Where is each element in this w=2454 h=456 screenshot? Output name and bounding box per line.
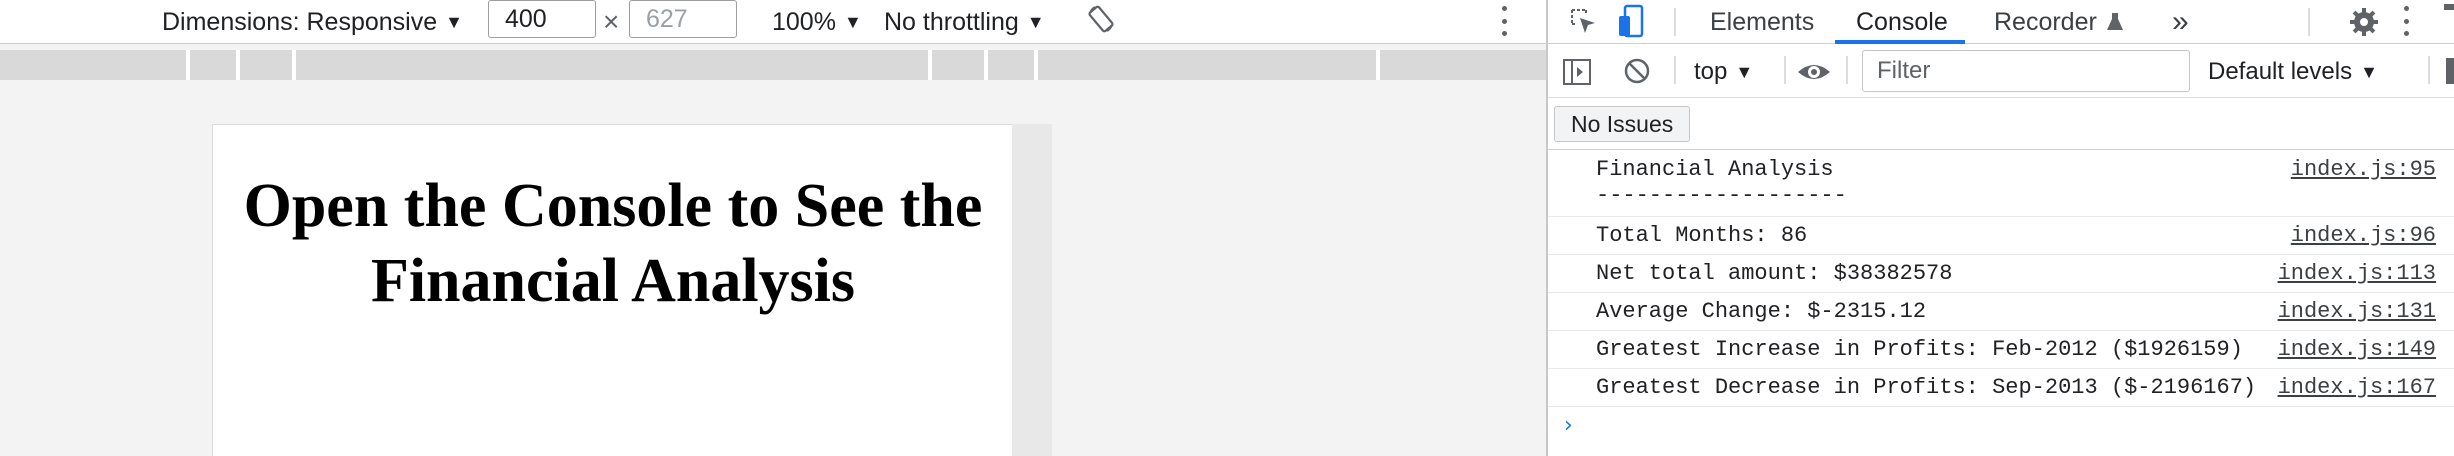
filter-input[interactable]: Filter <box>1862 50 2190 92</box>
console-message: Total Months: 86 index.js:96 <box>1548 217 2454 255</box>
close-icon[interactable] <box>2444 4 2454 10</box>
kebab-icon[interactable] <box>1498 6 1510 36</box>
tab-recorder-label: Recorder <box>1994 7 2097 36</box>
zoom-label: 100% <box>772 7 836 36</box>
log-levels-dropdown[interactable]: Default levels ▼ <box>2208 46 2378 98</box>
caret-down-icon: ▼ <box>1735 61 1754 82</box>
console-message: Financial Analysis ------------------- i… <box>1548 151 2454 217</box>
caret-down-icon: ▼ <box>1026 11 1045 32</box>
width-input[interactable]: 400 <box>488 0 596 38</box>
throttling-label: No throttling <box>884 7 1019 36</box>
dimensions-dropdown[interactable]: Dimensions: Responsive ▼ <box>162 0 463 44</box>
throttling-dropdown[interactable]: No throttling ▼ <box>884 0 1045 44</box>
active-tab-indicator <box>1835 40 1965 44</box>
inspect-element-icon[interactable] <box>1568 6 1600 38</box>
height-placeholder: 627 <box>646 4 688 33</box>
context-label: top <box>1694 58 1728 85</box>
media-query-bar[interactable] <box>0 50 1546 80</box>
caret-down-icon: ▼ <box>843 11 862 32</box>
tab-recorder[interactable]: Recorder <box>1994 0 2125 44</box>
times-symbol: × <box>603 6 620 37</box>
message-source-link[interactable]: index.js:167 <box>2278 375 2436 401</box>
message-text: Net total amount: $38382578 <box>1596 261 1953 286</box>
issues-bar: No Issues <box>1548 100 2454 150</box>
message-text: Average Change: $-2315.12 <box>1596 299 1927 324</box>
dimensions-label: Dimensions: Responsive <box>162 7 438 36</box>
context-selector[interactable]: top ▼ <box>1694 46 1753 98</box>
sidebar-toggle-icon[interactable] <box>1562 58 1592 86</box>
rotate-icon[interactable] <box>1086 4 1116 34</box>
console-toolbar: top ▼ Filter Default levels ▼ <box>1548 46 2454 98</box>
devtools-panel: Elements Console Recorder » top ▼ Filter… <box>1546 0 2454 456</box>
device-toggle-icon[interactable] <box>1616 4 1650 40</box>
height-input[interactable]: 627 <box>629 0 737 38</box>
clear-console-icon[interactable] <box>1622 56 1652 86</box>
zoom-dropdown[interactable]: 100% ▼ <box>772 0 862 44</box>
message-source-link[interactable]: index.js:149 <box>2278 337 2436 363</box>
gear-icon[interactable] <box>2348 6 2380 38</box>
log-levels-label: Default levels <box>2208 58 2353 85</box>
console-message: Average Change: $-2315.12 index.js:131 <box>1548 293 2454 331</box>
console-message: Greatest Decrease in Profits: Sep-2013 (… <box>1548 369 2454 407</box>
tab-elements[interactable]: Elements <box>1710 0 1814 44</box>
emulated-viewport: Open the Console to See the Financial An… <box>212 124 1012 456</box>
issues-button[interactable]: No Issues <box>1554 106 1691 142</box>
flask-icon <box>2106 13 2123 30</box>
console-settings-icon[interactable] <box>2446 58 2454 84</box>
message-text: Financial Analysis ------------------- <box>1596 157 1847 208</box>
message-source-link[interactable]: index.js:96 <box>2291 223 2436 249</box>
more-tabs-button[interactable]: » <box>2172 0 2189 44</box>
console-message: Greatest Increase in Profits: Feb-2012 (… <box>1548 331 2454 369</box>
eye-icon[interactable] <box>1796 58 1832 86</box>
message-source-link[interactable]: index.js:131 <box>2278 299 2436 325</box>
tab-console[interactable]: Console <box>1856 0 1948 44</box>
message-source-link[interactable]: index.js:95 <box>2291 157 2436 183</box>
caret-down-icon: ▼ <box>445 11 463 32</box>
more-tabs-icon: » <box>2172 5 2189 38</box>
page-title: Open the Console to See the Financial An… <box>243 172 983 315</box>
device-toolbar: Dimensions: Responsive ▼ 400 × 627 100% … <box>0 0 1546 44</box>
width-value: 400 <box>505 4 547 33</box>
issues-label: No Issues <box>1571 110 1674 137</box>
message-source-link[interactable]: index.js:113 <box>2278 261 2436 287</box>
device-emulation-pane: Dimensions: Responsive ▼ 400 × 627 100% … <box>0 0 1546 456</box>
tab-elements-label: Elements <box>1710 7 1815 36</box>
message-text: Greatest Decrease in Profits: Sep-2013 (… <box>1596 375 2257 400</box>
devtools-tabbar: Elements Console Recorder » <box>1548 0 2454 44</box>
filter-placeholder: Filter <box>1877 57 1931 84</box>
console-prompt-icon[interactable]: › <box>1564 413 1573 438</box>
caret-down-icon: ▼ <box>2360 61 2378 82</box>
message-text: Greatest Increase in Profits: Feb-2012 (… <box>1596 337 2243 362</box>
console-message: Net total amount: $38382578 index.js:113 <box>1548 255 2454 293</box>
tab-console-label: Console <box>1856 7 1948 36</box>
devtools-kebab-icon[interactable] <box>2400 6 2412 36</box>
message-text: Total Months: 86 <box>1596 223 1808 248</box>
